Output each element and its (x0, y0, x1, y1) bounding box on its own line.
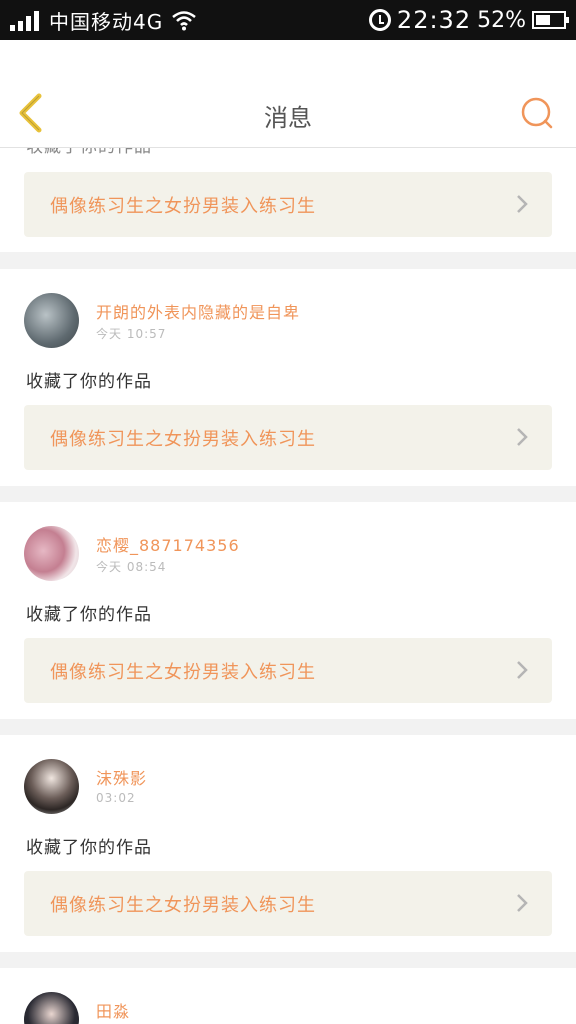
avatar[interactable] (24, 526, 79, 581)
message-action: 收藏了你的作品 (26, 148, 152, 157)
message-list[interactable]: 收藏了你的作品 偶像练习生之女扮男装入练习生 开朗的外表内隐藏的是自卑 今天 1… (0, 148, 576, 1024)
message-time: 03:02 (96, 791, 136, 805)
avatar[interactable] (24, 992, 79, 1024)
work-title: 偶像练习生之女扮男装入练习生 (50, 429, 316, 450)
page-title: 消息 (264, 104, 312, 132)
message-item: 沫殊影 03:02 收藏了你的作品 偶像练习生之女扮男装入练习生 (0, 735, 576, 952)
battery-icon (532, 11, 569, 29)
work-link[interactable]: 偶像练习生之女扮男装入练习生 (24, 405, 552, 470)
chevron-right-icon (517, 428, 528, 446)
avatar[interactable] (24, 759, 79, 814)
message-action: 收藏了你的作品 (26, 372, 152, 392)
signal-icon (10, 9, 39, 31)
chevron-right-icon (517, 195, 528, 213)
message-item: 收藏了你的作品 偶像练习生之女扮男装入练习生 (0, 148, 576, 252)
search-icon[interactable] (520, 96, 554, 130)
chevron-right-icon (517, 894, 528, 912)
work-title: 偶像练习生之女扮男装入练习生 (50, 196, 316, 217)
username[interactable]: 恋樱_887174356 (96, 532, 240, 556)
battery-percent: 52% (477, 7, 526, 33)
status-time: 22:32 (396, 6, 472, 34)
message-time: 今天 08:54 (96, 560, 167, 574)
message-item: 恋樱_887174356 今天 08:54 收藏了你的作品 偶像练习生之女扮男装… (0, 502, 576, 719)
username[interactable]: 开朗的外表内隐藏的是自卑 (96, 299, 300, 323)
chevron-right-icon (517, 661, 528, 679)
work-title: 偶像练习生之女扮男装入练习生 (50, 895, 316, 916)
message-action: 收藏了你的作品 (26, 838, 152, 858)
username[interactable]: 沫殊影 (96, 765, 147, 789)
message-item: 田淼 (0, 968, 576, 1024)
alarm-icon (368, 9, 391, 31)
work-title: 偶像练习生之女扮男装入练习生 (50, 662, 316, 683)
nav-header: 消息 (0, 40, 576, 148)
wifi-icon (172, 11, 197, 31)
message-item: 开朗的外表内隐藏的是自卑 今天 10:57 收藏了你的作品 偶像练习生之女扮男装… (0, 269, 576, 486)
work-link[interactable]: 偶像练习生之女扮男装入练习生 (24, 172, 552, 237)
work-link[interactable]: 偶像练习生之女扮男装入练习生 (24, 871, 552, 936)
status-bar: 中国移动4G 22:32 52% (0, 0, 576, 40)
message-action: 收藏了你的作品 (26, 605, 152, 625)
username[interactable]: 田淼 (96, 998, 130, 1022)
battery-level-fill (536, 15, 550, 25)
work-link[interactable]: 偶像练习生之女扮男装入练习生 (24, 638, 552, 703)
carrier-label: 中国移动4G (49, 9, 164, 34)
message-time: 今天 10:57 (96, 327, 167, 341)
avatar[interactable] (24, 293, 79, 348)
